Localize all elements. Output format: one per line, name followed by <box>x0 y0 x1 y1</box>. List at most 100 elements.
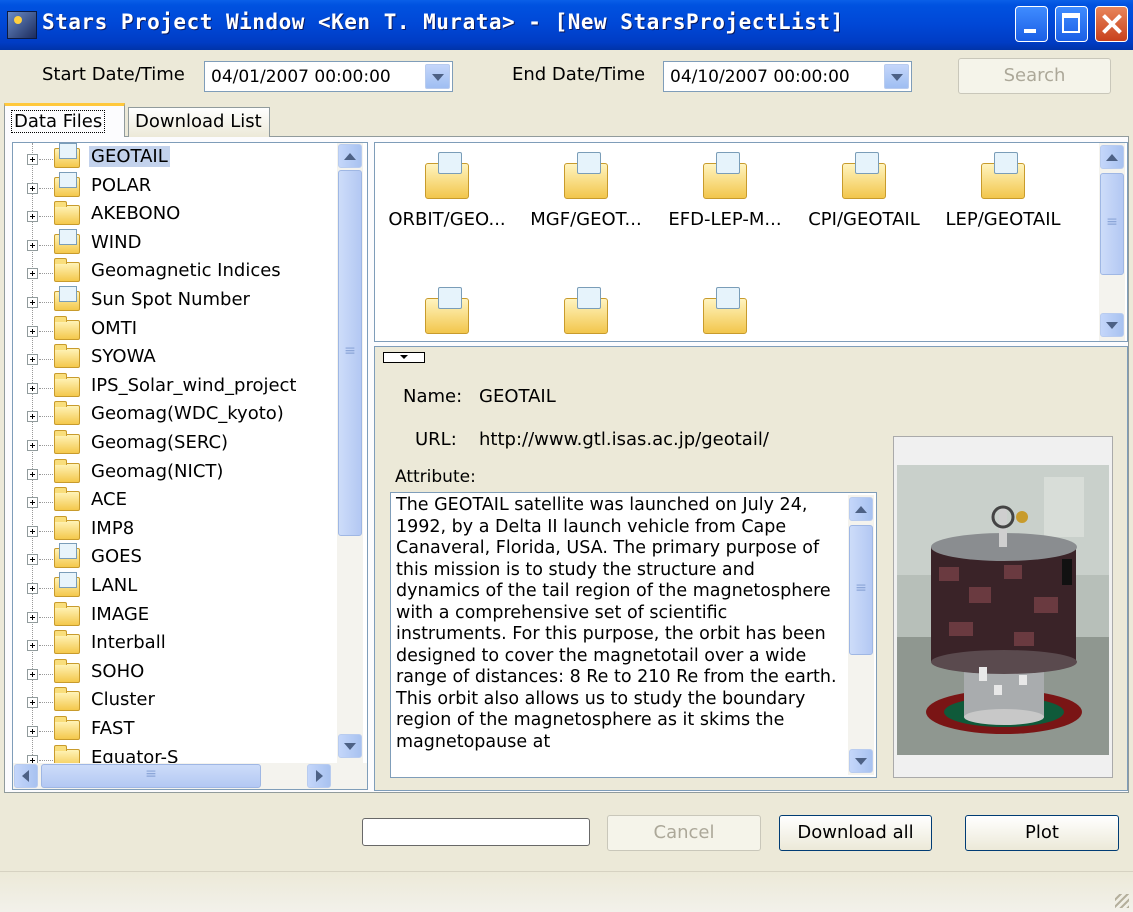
expand-plus-icon[interactable] <box>27 611 38 623</box>
expand-plus-icon[interactable] <box>27 554 38 566</box>
scroll-left-button[interactable] <box>14 764 38 788</box>
scroll-thumb[interactable] <box>849 525 873 655</box>
tree-item[interactable]: AKEBONO <box>13 201 337 229</box>
scroll-up-button[interactable] <box>849 497 873 521</box>
tree-item[interactable]: IMAGE <box>13 601 337 630</box>
tree-item[interactable]: LANL <box>13 572 337 601</box>
maximize-button[interactable] <box>1055 6 1088 42</box>
start-datetime-value[interactable]: 04/01/2007 00:00:00 <box>211 67 391 87</box>
expand-plus-icon[interactable] <box>27 239 38 251</box>
close-button[interactable] <box>1095 6 1128 42</box>
scroll-down-button[interactable] <box>338 734 362 758</box>
tree-item[interactable]: Geomag(WDC_kyoto) <box>13 401 337 429</box>
file-item[interactable] <box>516 287 656 341</box>
tree-item[interactable]: FAST <box>13 716 337 744</box>
file-item[interactable]: LEP/GEOTAIL <box>933 152 1073 230</box>
document-folder-icon <box>54 543 80 569</box>
tree-item[interactable]: IMP8 <box>13 515 337 544</box>
tree-item[interactable]: Sun Spot Number <box>13 286 337 315</box>
expand-plus-icon[interactable] <box>27 297 38 308</box>
tree-item[interactable]: Geomag(NICT) <box>13 458 337 487</box>
expand-plus-icon[interactable] <box>27 182 38 194</box>
expand-plus-icon[interactable] <box>27 697 38 709</box>
tree-item[interactable]: SOHO <box>13 658 337 687</box>
tree-item[interactable]: WIND <box>13 228 337 258</box>
expand-plus-icon[interactable] <box>27 411 38 423</box>
tree-item[interactable]: SYOWA <box>13 344 337 372</box>
end-datetime-value[interactable]: 04/10/2007 00:00:00 <box>670 67 850 87</box>
chevron-down-icon[interactable] <box>425 64 450 89</box>
expand-plus-icon[interactable] <box>27 497 38 509</box>
data-source-tree[interactable]: GEOTAIL POLAR AKEBONO WIND Geomagnetic Indic… <box>12 142 368 790</box>
expand-plus-icon[interactable] <box>27 325 38 337</box>
expand-plus-icon[interactable] <box>27 525 38 537</box>
expand-plus-icon[interactable] <box>27 468 38 480</box>
tree-item-label: Interball <box>91 632 166 654</box>
scroll-down-button[interactable] <box>849 749 873 773</box>
scroll-down-button[interactable] <box>1100 313 1124 337</box>
attribute-textarea[interactable]: The GEOTAIL satellite was launched on Ju… <box>390 492 877 778</box>
expand-plus-icon[interactable] <box>27 726 38 737</box>
file-item[interactable]: ORBIT/GEO... <box>377 152 517 230</box>
expand-plus-icon[interactable] <box>27 354 38 366</box>
file-item[interactable] <box>655 287 795 341</box>
tree-item[interactable]: Cluster <box>13 687 337 715</box>
scroll-right-button[interactable] <box>307 764 331 788</box>
resize-grip-icon[interactable] <box>1115 894 1129 908</box>
tree-connector <box>39 645 53 647</box>
tree-item-label: IMAGE <box>91 603 150 625</box>
expand-plus-icon[interactable] <box>27 154 38 165</box>
tree-item-label: SOHO <box>91 660 145 682</box>
tree-horizontal-scrollbar[interactable] <box>13 763 367 789</box>
tree-item[interactable]: OMTI <box>13 315 337 344</box>
scroll-up-button[interactable] <box>338 144 362 168</box>
collapse-toggle[interactable] <box>383 352 425 363</box>
expand-plus-icon[interactable] <box>27 211 38 223</box>
tree-item[interactable]: GEOTAIL <box>13 143 337 172</box>
search-button[interactable]: Search <box>958 58 1111 94</box>
expand-plus-icon[interactable] <box>27 268 38 280</box>
download-all-button[interactable]: Download all <box>779 815 932 851</box>
file-item[interactable]: MGF/GEOT... <box>516 152 656 230</box>
tree-item[interactable]: Geomagnetic Indices <box>13 258 337 286</box>
title-bar[interactable]: Stars Project Window <Ken T. Murata> - [… <box>0 0 1133 50</box>
expand-plus-icon[interactable] <box>27 640 38 652</box>
files-vertical-scrollbar[interactable] <box>1099 143 1125 341</box>
minimize-button[interactable] <box>1015 6 1048 42</box>
expand-plus-icon[interactable] <box>27 668 38 680</box>
start-datetime-combo[interactable]: 04/01/2007 00:00:00 <box>204 61 453 92</box>
scroll-up-button[interactable] <box>1100 145 1124 169</box>
tree-connector <box>39 530 53 532</box>
tree-item[interactable]: IPS_Solar_wind_project <box>13 372 337 401</box>
tab-download-list[interactable]: Download List <box>128 107 270 137</box>
tree-item[interactable]: ACE <box>13 487 337 515</box>
attribute-scrollbar[interactable] <box>848 495 874 775</box>
tree-item-label: AKEBONO <box>91 203 181 225</box>
file-icon-view[interactable]: ORBIT/GEO... MGF/GEOT... EFD-LEP-M... CPI/G… <box>374 142 1128 342</box>
file-item[interactable] <box>377 287 517 341</box>
h-scroll-thumb[interactable] <box>41 764 261 788</box>
tree-vertical-scrollbar[interactable] <box>337 143 363 763</box>
tab-data-files[interactable]: Data Files <box>4 103 125 137</box>
file-item[interactable]: CPI/GEOTAIL <box>794 152 934 230</box>
end-datetime-combo[interactable]: 04/10/2007 00:00:00 <box>663 61 912 92</box>
scroll-thumb[interactable] <box>338 170 362 536</box>
name-label: Name: <box>403 386 463 407</box>
expand-plus-icon[interactable] <box>27 382 38 394</box>
tree-connector <box>39 731 53 732</box>
file-item[interactable]: EFD-LEP-M... <box>655 152 795 230</box>
url-value[interactable]: http://www.gtl.isas.ac.jp/geotail/ <box>479 429 769 450</box>
tree-item[interactable]: GOES <box>13 543 337 572</box>
app-icon[interactable] <box>7 11 37 39</box>
tree-item[interactable]: Geomag(SERC) <box>13 430 337 458</box>
expand-plus-icon[interactable] <box>27 440 38 451</box>
scroll-thumb[interactable] <box>1100 173 1124 275</box>
tree-item-label: Sun Spot Number <box>91 289 250 310</box>
expand-plus-icon[interactable] <box>27 583 38 594</box>
cancel-button[interactable]: Cancel <box>607 815 761 851</box>
tree-item[interactable]: Interball <box>13 630 337 658</box>
plot-button[interactable]: Plot <box>965 815 1119 851</box>
tree-item[interactable]: POLAR <box>13 171 337 201</box>
chevron-down-icon[interactable] <box>884 64 909 89</box>
tree-connector <box>39 273 53 275</box>
